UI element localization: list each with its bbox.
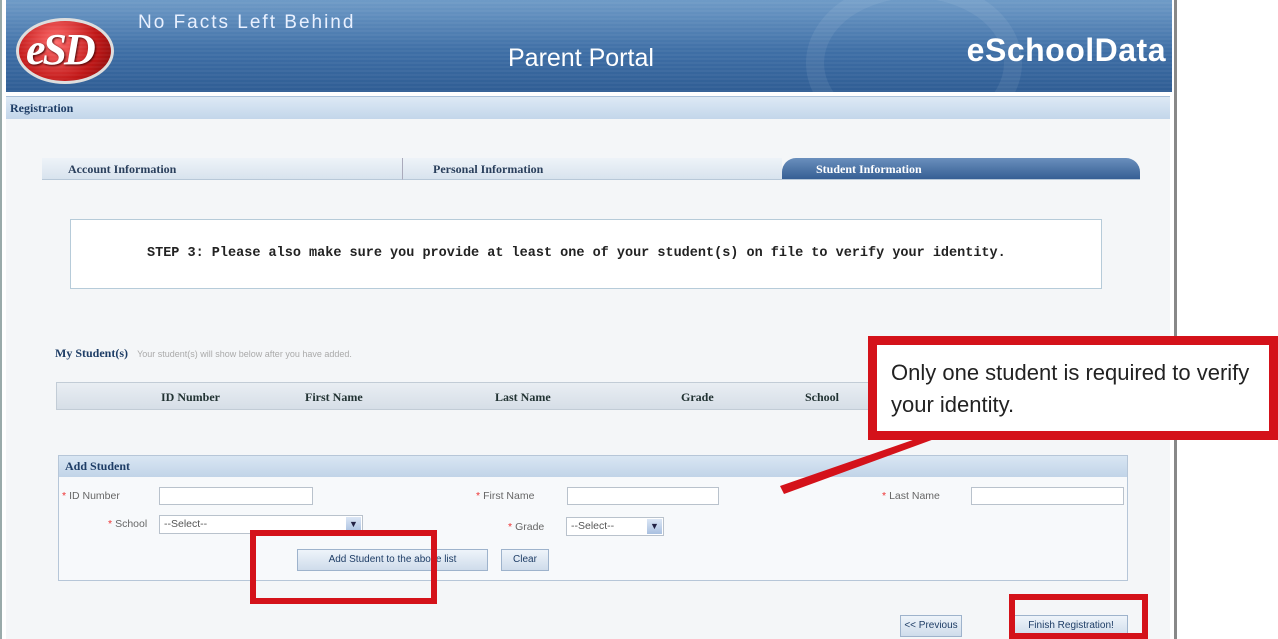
column-grade: Grade bbox=[681, 390, 714, 404]
required-marker: * bbox=[508, 521, 513, 533]
tab-personal-information[interactable]: Personal Information bbox=[402, 158, 782, 180]
previous-button[interactable]: << Previous bbox=[900, 615, 962, 637]
school-label-text: School bbox=[115, 518, 148, 530]
highlight-add-student bbox=[250, 530, 437, 604]
grade-select[interactable]: --Select-- ▼ bbox=[566, 517, 664, 536]
callout-text: Only one student is required to verify y… bbox=[891, 360, 1250, 417]
school-label: * School bbox=[108, 518, 147, 530]
callout-pointer-arrow bbox=[780, 434, 948, 494]
my-students-title: My Student(s) bbox=[55, 346, 129, 360]
id-number-input[interactable] bbox=[159, 487, 313, 505]
required-marker: * bbox=[62, 490, 67, 502]
column-school: School bbox=[805, 390, 840, 404]
column-id-number: ID Number bbox=[161, 390, 220, 404]
tagline: No Facts Left Behind bbox=[138, 12, 356, 33]
school-selected-value: --Select-- bbox=[164, 518, 208, 530]
registration-bar: Registration bbox=[6, 96, 1170, 120]
logo-emblem bbox=[16, 18, 114, 84]
logo-text: eSD bbox=[26, 25, 96, 74]
step-text: STEP 3: Please also make sure you provid… bbox=[147, 246, 1006, 261]
first-name-label-text: First Name bbox=[483, 490, 535, 502]
add-student-header: Add Student bbox=[59, 456, 1127, 477]
last-name-input[interactable] bbox=[971, 487, 1124, 505]
id-number-label-text: ID Number bbox=[69, 490, 120, 502]
required-marker: * bbox=[476, 490, 481, 502]
first-name-input[interactable] bbox=[567, 487, 719, 505]
clear-button[interactable]: Clear bbox=[501, 549, 549, 571]
add-student-title: Add Student bbox=[65, 459, 131, 473]
callout-pointer bbox=[780, 434, 948, 494]
id-number-label: * ID Number bbox=[62, 490, 120, 502]
callout-box: Only one student is required to verify y… bbox=[868, 336, 1278, 440]
column-last-name: Last Name bbox=[495, 390, 551, 404]
my-students-hint: Your student(s) will show below after yo… bbox=[137, 349, 352, 359]
column-first-name: First Name bbox=[305, 390, 363, 404]
step-instruction-box: STEP 3: Please also make sure you provid… bbox=[70, 219, 1102, 289]
portal-title: Parent Portal bbox=[508, 44, 654, 72]
site-header: eSD No Facts Left Behind Parent Portal e… bbox=[6, 0, 1172, 92]
highlight-finish-registration bbox=[1009, 594, 1148, 639]
chevron-down-icon: ▼ bbox=[647, 519, 662, 534]
grade-label-text: Grade bbox=[515, 521, 545, 533]
first-name-label: * First Name bbox=[476, 490, 534, 502]
grade-label: * Grade bbox=[508, 521, 544, 533]
header-watermark bbox=[806, 0, 1022, 92]
grade-selected-value: --Select-- bbox=[571, 520, 615, 532]
required-marker: * bbox=[108, 518, 113, 530]
registration-tabs: Account Information Personal Information… bbox=[42, 158, 1140, 180]
tab-account-information[interactable]: Account Information bbox=[42, 158, 402, 180]
my-students-heading: My Student(s) Your student(s) will show … bbox=[55, 346, 352, 361]
esd-logo[interactable]: eSD bbox=[16, 12, 114, 84]
brand-name: eSchoolData bbox=[966, 32, 1166, 68]
registration-label: Registration bbox=[10, 101, 74, 115]
tab-student-information[interactable]: Student Information bbox=[782, 158, 1140, 180]
students-table-header: ID Number First Name Last Name Grade Sch… bbox=[56, 382, 936, 410]
